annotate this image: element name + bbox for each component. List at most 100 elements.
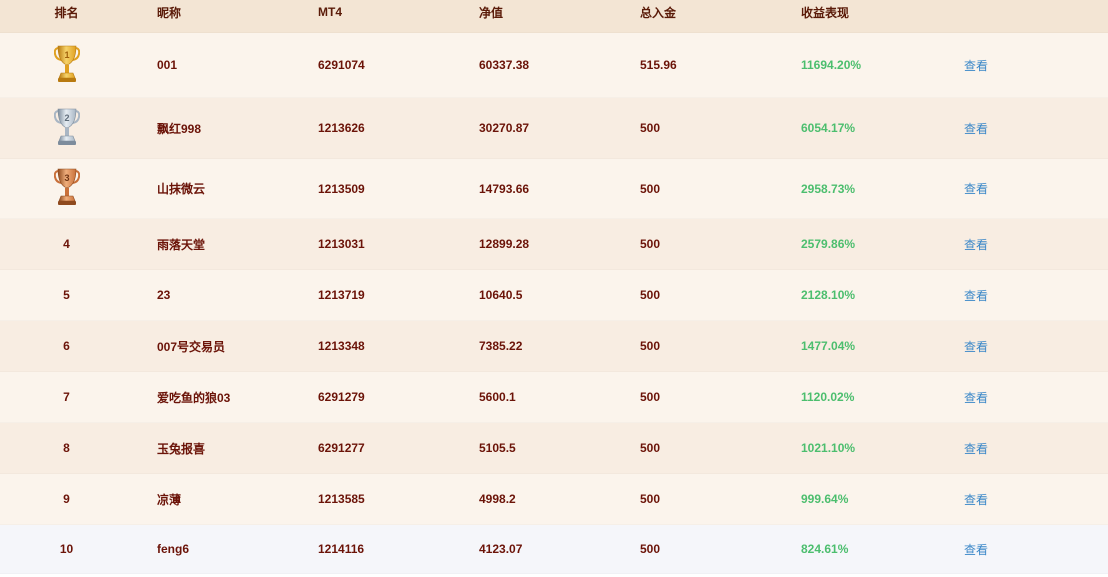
return-cell: 1021.10% [801,441,856,455]
action-cell: 查看 [938,440,1108,457]
view-link[interactable]: 查看 [964,59,988,73]
header-mt4: MT4 [318,5,342,19]
bronze-trophy-icon: 3 [53,167,80,210]
rank-cell: 9 [63,492,70,506]
header-rank: 排名 [54,5,79,20]
deposit-cell: 500 [640,441,661,455]
equity-cell: 5105.5 [479,441,516,455]
table-row: 4 雨落天堂 1213031 12899.28 500 2579.86% 查看 [0,219,1108,270]
action-cell: 查看 [938,338,1108,355]
nickname-cell: 001 [157,58,178,72]
table-row: 10 feng6 1214116 4123.07 500 824.61% 查看 [0,525,1108,574]
return-cell: 999.64% [801,492,849,506]
equity-cell: 5600.1 [479,390,516,404]
mt4-cell: 1213585 [318,492,365,506]
table-row: 1 001 6291074 60337.38 515.96 11694.20% 查看 [0,33,1108,98]
nickname-cell: 23 [157,288,171,302]
nickname-cell: 山抹微云 [157,182,206,196]
deposit-cell: 500 [640,492,661,506]
equity-cell: 4998.2 [479,492,516,506]
view-link[interactable]: 查看 [964,122,988,136]
view-link[interactable]: 查看 [964,442,988,456]
table-row: 7 爱吃鱼的狼03 6291279 5600.1 500 1120.02% 查看 [0,372,1108,423]
return-cell: 11694.20% [801,58,862,72]
return-cell: 2579.86% [801,237,856,251]
view-link[interactable]: 查看 [964,340,988,354]
return-cell: 824.61% [801,542,849,556]
nickname-cell: feng6 [157,542,190,556]
svg-text:2: 2 [64,113,69,123]
nickname-cell: 007号交易员 [157,339,226,354]
deposit-cell: 500 [640,288,661,302]
table-row: 3 山抹微云 1213509 14793.66 500 2958.73% 查看 [0,159,1108,219]
view-link[interactable]: 查看 [964,543,988,557]
view-link[interactable]: 查看 [964,493,988,507]
equity-cell: 60337.38 [479,58,530,72]
equity-cell: 4123.07 [479,542,523,556]
rank-cell: 6 [63,339,70,353]
rank-cell: 3 [0,167,133,210]
deposit-cell: 500 [640,121,661,135]
view-link[interactable]: 查看 [964,289,988,303]
silver-trophy-icon: 2 [53,107,80,150]
header-deposit: 总入金 [640,5,677,20]
mt4-cell: 1213031 [318,237,365,251]
rank-cell: 4 [63,237,70,251]
action-cell: 查看 [938,120,1108,137]
equity-cell: 12899.28 [479,237,530,251]
mt4-cell: 1213348 [318,339,365,353]
table-row: 2 飘红998 1213626 30270.87 500 6054.17% 查看 [0,98,1108,159]
mt4-cell: 6291277 [318,441,365,455]
view-link[interactable]: 查看 [964,238,988,252]
table-row: 5 23 1213719 10640.5 500 2128.10% 查看 [0,270,1108,321]
header-return: 收益表现 [801,5,850,20]
table-body: 1 001 6291074 60337.38 515.96 11694.20% 查看 2 飘红9… [0,33,1108,574]
action-cell: 查看 [938,491,1108,508]
deposit-cell: 500 [640,237,661,251]
rank-cell: 1 [0,44,133,87]
return-cell: 2128.10% [801,288,856,302]
deposit-cell: 500 [640,542,661,556]
deposit-cell: 500 [640,181,661,196]
action-cell: 查看 [938,57,1108,74]
action-cell: 查看 [938,287,1108,304]
gold-trophy-icon: 1 [53,44,80,87]
return-cell: 2958.73% [801,181,856,196]
rank-cell: 8 [63,441,70,455]
mt4-cell: 6291279 [318,390,365,404]
equity-cell: 30270.87 [479,121,530,135]
mt4-cell: 1213719 [318,288,365,302]
action-cell: 查看 [938,541,1108,558]
rank-cell: 5 [63,288,70,302]
deposit-cell: 515.96 [640,58,677,72]
action-cell: 查看 [938,236,1108,253]
nickname-cell: 雨落天堂 [157,237,206,252]
nickname-cell: 爱吃鱼的狼03 [157,390,231,405]
table-row: 8 玉兔报喜 6291277 5105.5 500 1021.10% 查看 [0,423,1108,474]
return-cell: 1120.02% [801,390,855,404]
action-cell: 查看 [938,389,1108,406]
table-header: 排名 昵称 MT4 净值 总入金 收益表现 [0,0,1108,33]
nickname-cell: 飘红998 [157,121,202,136]
deposit-cell: 500 [640,390,661,404]
equity-cell: 10640.5 [479,288,523,302]
action-cell: 查看 [938,180,1108,197]
mt4-cell: 6291074 [318,58,365,72]
header-nickname: 昵称 [157,5,182,20]
return-cell: 6054.17% [801,121,856,135]
view-link[interactable]: 查看 [964,182,988,196]
mt4-cell: 1213509 [318,181,365,196]
mt4-cell: 1214116 [318,542,365,556]
return-cell: 1477.04% [801,339,856,353]
rank-cell: 7 [63,390,70,404]
svg-text:3: 3 [64,173,69,183]
nickname-cell: 凉薄 [157,492,182,507]
table-row: 9 凉薄 1213585 4998.2 500 999.64% 查看 [0,474,1108,525]
view-link[interactable]: 查看 [964,391,988,405]
ranking-table: 排名 昵称 MT4 净值 总入金 收益表现 1 001 6291074 60337.3… [0,0,1108,574]
equity-cell: 7385.22 [479,339,523,353]
header-equity: 净值 [479,5,504,20]
equity-cell: 14793.66 [479,181,530,196]
mt4-cell: 1213626 [318,121,365,135]
table-row: 6 007号交易员 1213348 7385.22 500 1477.04% 查看 [0,321,1108,372]
